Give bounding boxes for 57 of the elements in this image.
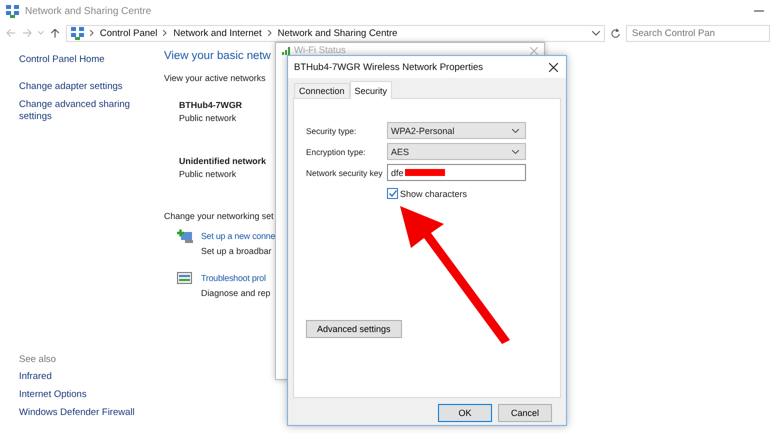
dialog-title: BTHub4-7WGR Wireless Network Properties [294, 62, 484, 72]
sidebar-link[interactable]: Change advanced sharing settings [19, 99, 164, 123]
network-icon [6, 4, 19, 18]
dropdown-icon[interactable] [592, 30, 600, 36]
address-bar[interactable]: Control Panel Network and Internet Network and Sharing Centre [66, 24, 605, 42]
dropdown[interactable]: WPA2-Personal [387, 122, 526, 139]
breadcrumb[interactable]: Network and Internet [173, 28, 262, 38]
redaction-mark [404, 169, 445, 176]
breadcrumb[interactable]: Control Panel [100, 28, 158, 38]
checkbox-label: Show characters [400, 188, 468, 198]
task-link[interactable]: Troubleshoot prol [201, 271, 266, 286]
field-label: Network security key [306, 168, 384, 178]
input-field[interactable]: dfe [387, 164, 526, 181]
dropdown-value: WPA2-Personal [391, 126, 454, 136]
sidebar-link[interactable]: Control Panel Home [19, 54, 164, 66]
breadcrumb[interactable]: Network and Sharing Centre [278, 28, 398, 38]
network-type: Public network [179, 168, 236, 181]
see-also-heading: See also [19, 354, 57, 365]
chevron-down-icon [512, 128, 519, 132]
chevron-right-icon [163, 30, 168, 36]
field-value: dfe [391, 168, 404, 178]
checkbox[interactable] [387, 188, 398, 199]
advanced-settings-button[interactable]: Advanced settings [306, 320, 402, 338]
see-also-link[interactable]: Infrared [19, 371, 164, 383]
search-field[interactable]: Search Control Pan [626, 24, 770, 42]
refresh-icon[interactable] [610, 28, 620, 38]
close-icon[interactable] [549, 62, 558, 72]
window-title: Wi-Fi Status [294, 46, 347, 56]
chevron-right-icon [268, 30, 272, 36]
task-description: Diagnose and rep [201, 287, 270, 300]
window-title: Network and Sharing Centre [25, 6, 152, 16]
network-name: BTHub4-7WGR [179, 99, 242, 112]
troubleshoot-icon [177, 271, 193, 286]
section-label: View your active networks [164, 73, 266, 83]
network-name: Unidentified network [179, 155, 266, 168]
ok-button[interactable]: OK [438, 404, 492, 422]
field-label: Encryption type: [306, 146, 366, 156]
dropdown-value: AES [391, 146, 410, 156]
task-description: Set up a broadbar [201, 245, 272, 258]
see-also-link[interactable]: Internet Options [19, 389, 164, 401]
page-heading: View your basic netw [164, 49, 271, 64]
signal-bars-icon [282, 47, 291, 55]
task-link[interactable]: Set up a new conne [201, 229, 276, 244]
up-arrow-icon[interactable] [50, 28, 60, 38]
network-type: Public network [179, 112, 236, 125]
section-label: Change your networking set [164, 211, 274, 221]
chevron-down-icon [512, 150, 519, 154]
sidebar-link[interactable]: Change adapter settings [19, 81, 164, 93]
see-also-link[interactable]: Windows Defender Firewall [19, 407, 164, 419]
field-label: Security type: [306, 126, 358, 136]
network-icon [70, 26, 84, 40]
cancel-button[interactable]: Cancel [498, 404, 552, 422]
tab[interactable]: Security [350, 81, 392, 99]
network-add-icon [177, 229, 193, 244]
dropdown[interactable]: AES [387, 143, 526, 160]
tab[interactable]: Connection [294, 83, 350, 98]
chevron-right-icon [90, 30, 94, 36]
